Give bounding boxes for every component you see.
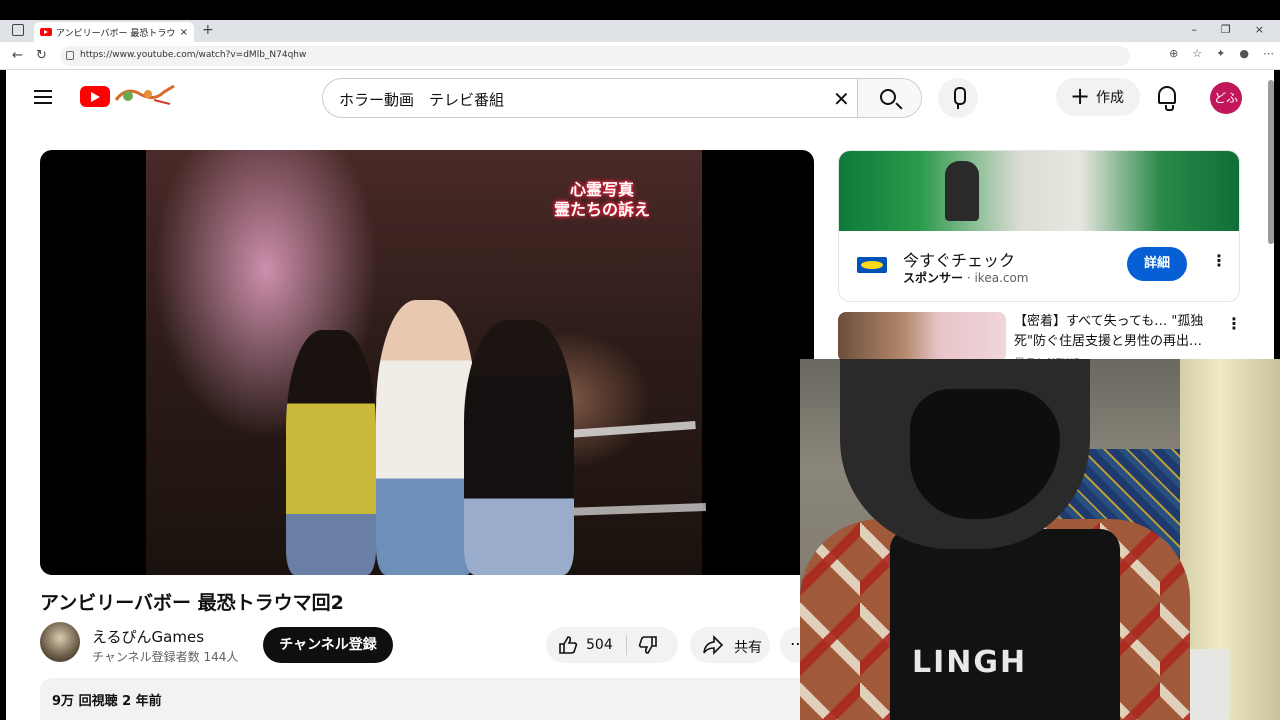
profile-icon[interactable]: ● bbox=[1239, 47, 1249, 60]
new-tab-button[interactable]: + bbox=[202, 22, 214, 38]
menu-dots-icon[interactable]: ⋯ bbox=[1263, 47, 1274, 60]
ad-domain: · ikea.com bbox=[963, 271, 1029, 285]
zoom-icon[interactable]: ⊕ bbox=[1169, 47, 1178, 60]
description-box[interactable]: 9万 回視聴 2 年前 bbox=[40, 678, 814, 720]
scrollbar[interactable] bbox=[1268, 80, 1274, 244]
caption-line-1: 心霊写真 bbox=[569, 180, 634, 199]
address-bar-row: ← ↻ https://www.youtube.com/watch?v=dMlb… bbox=[0, 42, 1280, 70]
channel-avatar[interactable] bbox=[40, 622, 80, 662]
search-icon bbox=[880, 89, 896, 105]
menu-icon[interactable] bbox=[34, 90, 52, 104]
youtube-logo-icon[interactable] bbox=[80, 86, 110, 107]
url-text: https://www.youtube.com/watch?v=dMlb_N74… bbox=[80, 50, 307, 60]
video-player[interactable]: 心霊写真 霊たちの訴え bbox=[40, 150, 814, 575]
maximize-button[interactable]: ❐ bbox=[1221, 23, 1231, 36]
search-button[interactable] bbox=[857, 79, 921, 117]
share-icon bbox=[703, 635, 724, 655]
lock-icon bbox=[66, 51, 74, 60]
webcam-overlay: LINGH bbox=[800, 359, 1280, 720]
ad-sponsor-line: スポンサー · ikea.com bbox=[903, 269, 1029, 286]
close-window-button[interactable]: × bbox=[1255, 23, 1264, 36]
window-controls: – ❐ × bbox=[1191, 23, 1264, 36]
tab-title: アンビリーバボー 最恐トラウマ回2 - YouTube bbox=[56, 28, 176, 39]
channel-name[interactable]: えるぴんGames bbox=[92, 626, 204, 647]
person-figure bbox=[376, 300, 476, 575]
recommended-thumbnail[interactable] bbox=[838, 312, 1006, 362]
tab-close-icon[interactable]: × bbox=[180, 27, 188, 38]
account-avatar[interactable]: どふ bbox=[1210, 82, 1242, 114]
share-label: 共有 bbox=[734, 640, 762, 656]
minimize-button[interactable]: – bbox=[1191, 23, 1197, 36]
create-button[interactable]: + 作成 bbox=[1056, 78, 1140, 116]
extensions-icon[interactable]: ✦ bbox=[1216, 47, 1225, 60]
recommended-title[interactable]: 【密着】すべて失っても… "孤独死"防ぐ住居支援と男性の再出… bbox=[1014, 312, 1214, 352]
search-box[interactable]: ホラー動画 テレビ番組 ✕ bbox=[322, 78, 922, 118]
ad-title: 今すぐチェック bbox=[903, 251, 1016, 270]
favorite-star-icon[interactable]: ☆ bbox=[1192, 47, 1202, 60]
search-input[interactable]: ホラー動画 テレビ番組 bbox=[339, 89, 504, 110]
ad-image bbox=[839, 151, 1239, 231]
subscriber-count: チャンネル登録者数 144人 bbox=[92, 650, 239, 664]
divider bbox=[626, 635, 627, 655]
ad-menu-icon[interactable]: ⋮ bbox=[1211, 251, 1227, 270]
view-stats: 9万 回視聴 2 年前 bbox=[52, 694, 162, 709]
youtube-doodle-icon[interactable] bbox=[114, 82, 176, 108]
sponsor-label: スポンサー bbox=[903, 271, 964, 285]
ikea-logo-icon bbox=[857, 257, 887, 273]
browser-tab[interactable]: アンビリーバボー 最恐トラウマ回2 - YouTube × bbox=[34, 22, 194, 42]
ad-card[interactable]: 今すぐチェック スポンサー · ikea.com 詳細 ⋮ bbox=[838, 150, 1240, 302]
ad-person bbox=[945, 161, 979, 221]
back-icon[interactable]: ← bbox=[12, 48, 23, 63]
screen: アンビリーバボー 最恐トラウマ回2 - YouTube × + – ❐ × ← … bbox=[0, 0, 1280, 720]
create-label: 作成 bbox=[1096, 90, 1124, 106]
share-button[interactable]: 共有 bbox=[690, 627, 770, 663]
recommended-menu-icon[interactable]: ⋮ bbox=[1226, 314, 1242, 333]
video-frame: 心霊写真 霊たちの訴え bbox=[146, 150, 707, 575]
dislike-icon[interactable] bbox=[638, 635, 658, 655]
reload-icon[interactable]: ↻ bbox=[36, 48, 47, 63]
url-field[interactable]: https://www.youtube.com/watch?v=dMlb_N74… bbox=[60, 46, 1130, 66]
sidebar-toggle-icon[interactable] bbox=[12, 24, 24, 36]
like-count: 504 bbox=[586, 637, 613, 653]
browser-toolbar-icons: ⊕ ☆ ✦ ● ⋯ bbox=[1169, 47, 1274, 60]
caption-line-2: 霊たちの訴え bbox=[553, 200, 650, 219]
plus-icon: + bbox=[1070, 82, 1091, 110]
like-dislike-group: 504 bbox=[546, 627, 678, 663]
notifications-bell-icon[interactable] bbox=[1158, 86, 1176, 111]
ad-details-button[interactable]: 詳細 bbox=[1127, 247, 1187, 281]
shirt-text: LINGH bbox=[912, 645, 1028, 680]
clear-search-icon[interactable]: ✕ bbox=[833, 87, 850, 111]
person-figure bbox=[286, 330, 376, 575]
youtube-favicon-icon bbox=[40, 28, 52, 36]
video-caption-overlay: 心霊写真 霊たちの訴え bbox=[554, 180, 650, 220]
video-title: アンビリーバボー 最恐トラウマ回2 bbox=[40, 592, 344, 614]
browser-tab-bar: アンビリーバボー 最恐トラウマ回2 - YouTube × + – ❐ × bbox=[0, 20, 1280, 42]
voice-search-icon[interactable] bbox=[938, 78, 978, 118]
shirt bbox=[890, 529, 1120, 720]
subscribe-button[interactable]: チャンネル登録 bbox=[263, 627, 393, 663]
person-figure bbox=[464, 320, 574, 575]
like-icon[interactable] bbox=[558, 635, 578, 655]
